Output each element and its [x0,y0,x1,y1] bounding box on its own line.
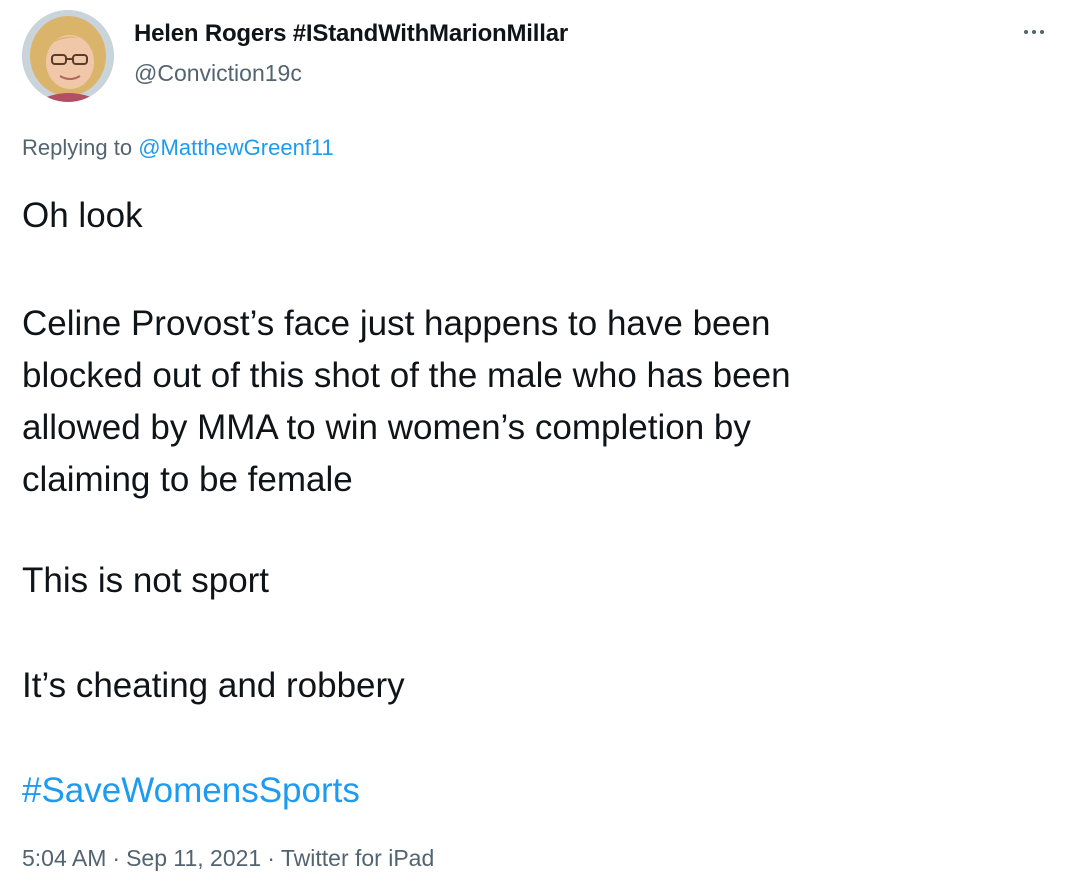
tweet-text-line: It’s cheating and robbery [22,666,405,705]
tweet-text-line: allowed by MMA to win women’s completion… [22,408,751,447]
more-dot [1032,30,1036,34]
more-dot [1024,30,1028,34]
tweet-date[interactable]: Sep 11, 2021 [126,845,261,871]
tweet-meta: 5:04 AM · Sep 11, 2021 · Twitter for iPad [22,845,434,872]
replying-prefix: Replying to [22,135,139,160]
more-horizontal-icon[interactable] [1014,18,1054,46]
tweet-text-line: blocked out of this shot of the male who… [22,356,791,395]
tweet-text-line: Celine Provost’s face just happens to ha… [22,304,771,343]
profile-photo-avatar-icon [22,10,114,102]
author-display-name[interactable]: Helen Rogers #IStandWithMarionMillar [134,20,568,48]
tweet-text-line: claiming to be female [22,460,353,499]
avatar[interactable] [22,10,114,102]
meta-separator: · [267,845,275,871]
meta-separator: · [112,845,121,871]
author-handle[interactable]: @Conviction19c [134,60,302,87]
reply-mention-link[interactable]: @MatthewGreenf11 [138,135,334,160]
replying-to-label: Replying to @MatthewGreenf11 [22,135,334,161]
hashtag-link[interactable]: #SaveWomensSports [22,765,360,817]
more-dot [1040,30,1044,34]
tweet-text-line: This is not sport [22,561,270,600]
tweet-source: Twitter for iPad [280,845,435,871]
tweet-text-line: Oh look [22,196,143,235]
tweet-time[interactable]: 5:04 AM [22,845,106,871]
